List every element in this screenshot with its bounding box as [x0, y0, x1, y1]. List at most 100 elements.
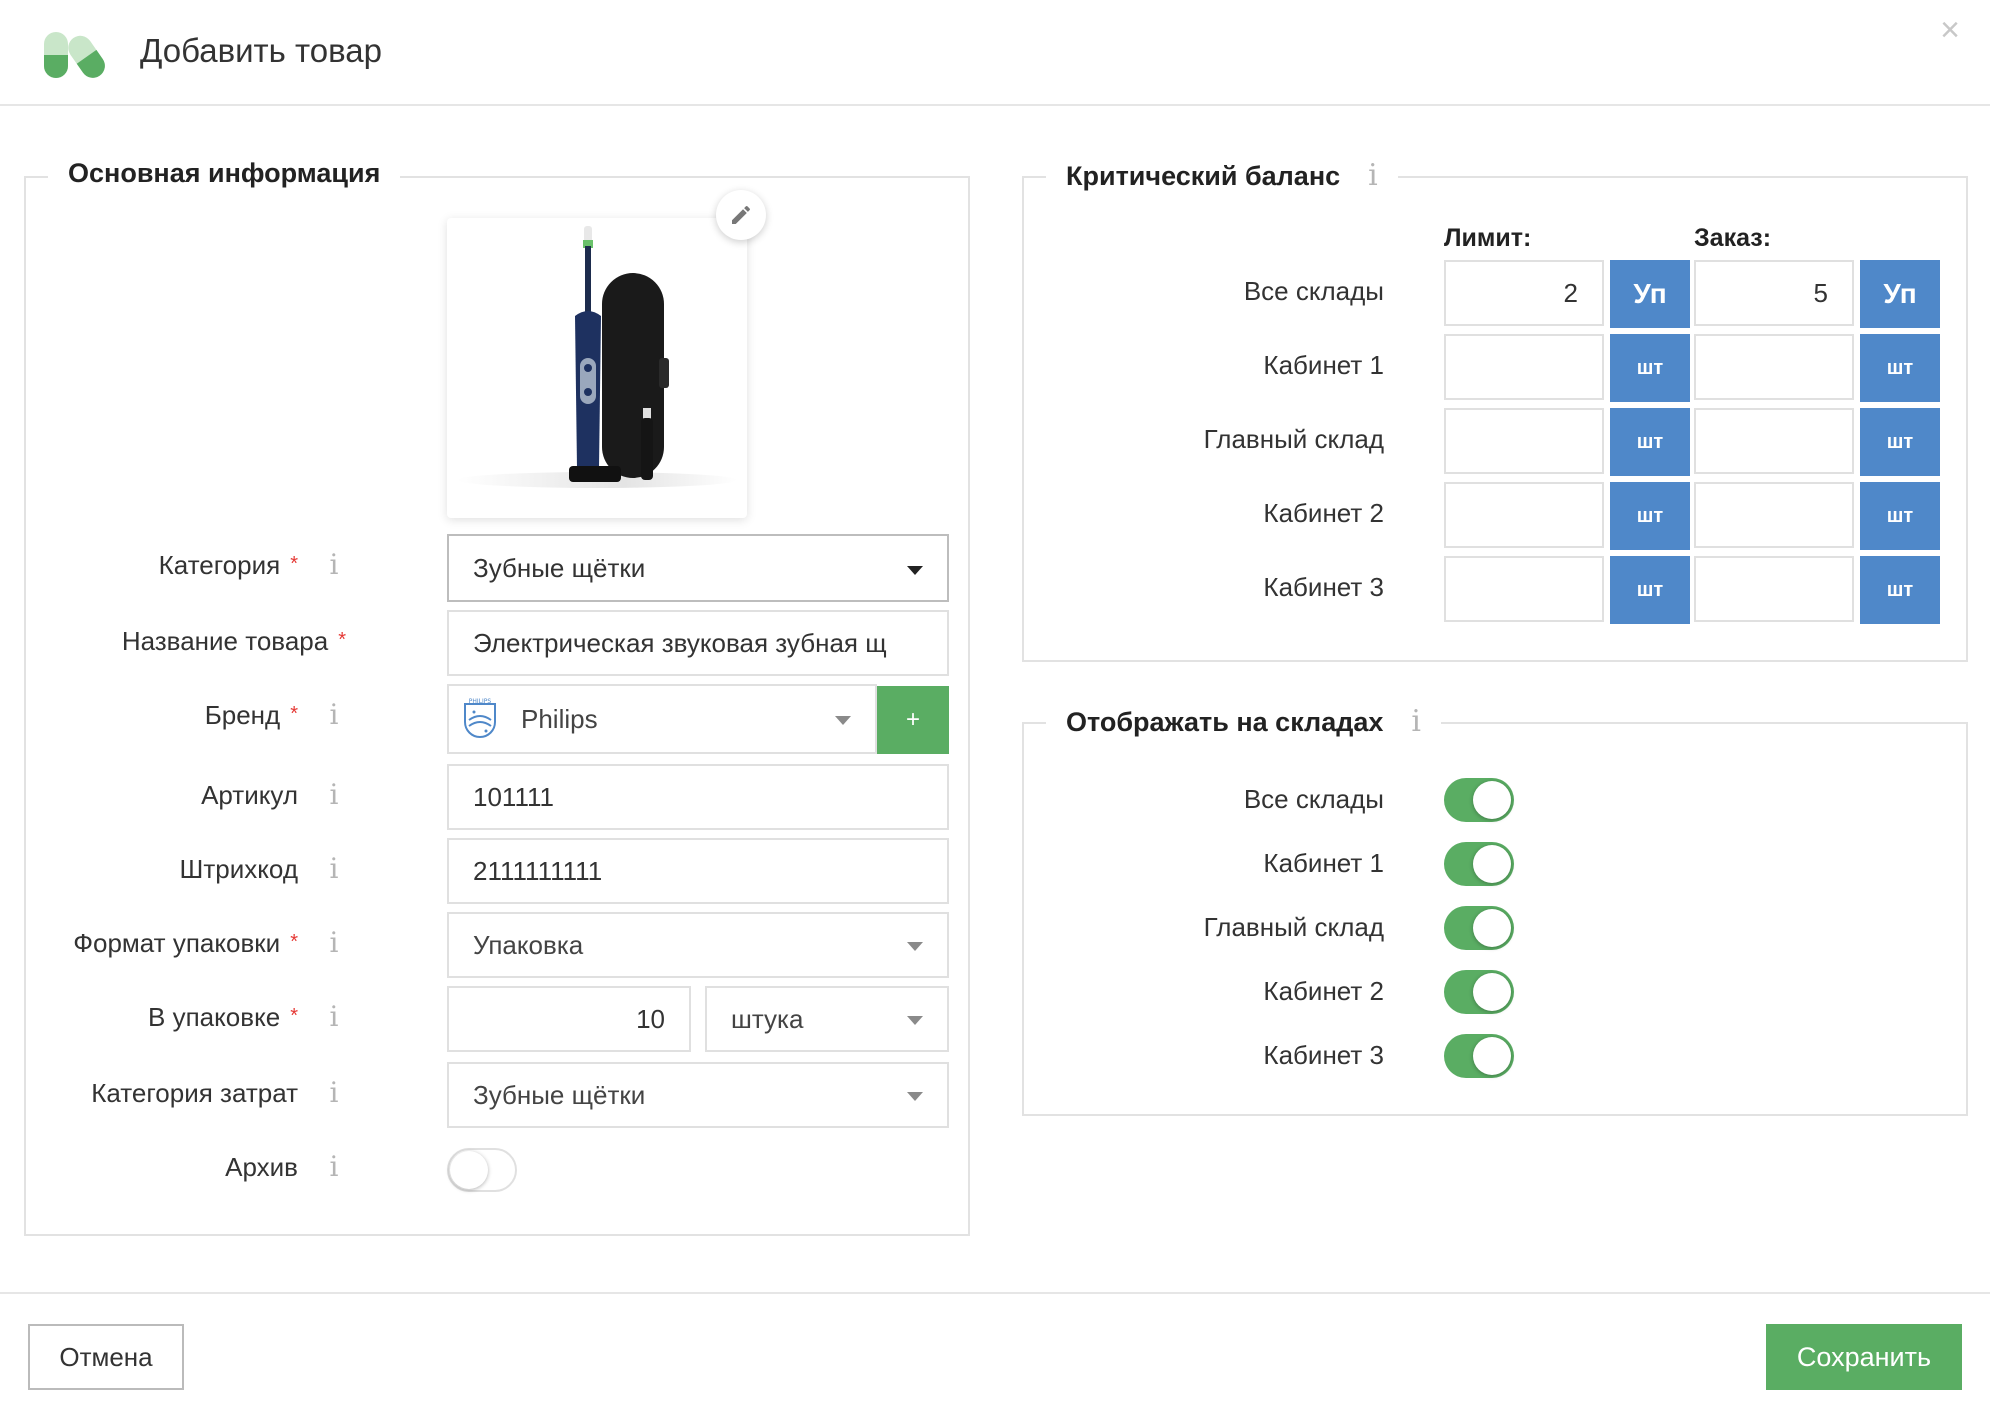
required-marker: * — [338, 629, 346, 651]
main-info-section: Основная информация Категория * i Зубные… — [24, 158, 970, 1236]
category-value: Зубные щётки — [473, 552, 646, 583]
info-icon[interactable]: i — [322, 698, 346, 731]
close-icon[interactable]: × — [1930, 10, 1970, 50]
limit-value: 2 — [1563, 277, 1578, 308]
balance-row-label: Все склады — [1243, 276, 1384, 306]
brand-label-group: Бренд * i — [26, 684, 346, 750]
footer-divider — [0, 1292, 1990, 1294]
pack-format-value: Упаковка — [473, 929, 584, 960]
limit-input[interactable] — [1444, 482, 1604, 548]
warehouse-visibility-toggle[interactable] — [1444, 906, 1514, 950]
order-input[interactable]: 5 — [1694, 260, 1854, 326]
svg-text:PHILIPS: PHILIPS — [469, 698, 492, 705]
pack-format-select[interactable]: Упаковка — [447, 912, 949, 978]
pack-format-label: Формат упаковки * — [73, 928, 298, 958]
dialog-header: Добавить товар × — [0, 0, 1990, 106]
brand-label: Бренд * — [204, 700, 298, 730]
barcode-input[interactable]: 2111111111 — [447, 838, 949, 904]
limit-input[interactable] — [1444, 334, 1604, 400]
warehouse-visibility-toggle[interactable] — [1444, 1034, 1514, 1078]
caret-down-icon — [907, 566, 923, 575]
info-icon[interactable]: i — [1368, 158, 1378, 193]
limit-unit-button[interactable]: шт — [1610, 334, 1690, 402]
archive-label-group: Архив i — [26, 1136, 346, 1202]
cost-category-select[interactable]: Зубные щётки — [447, 1062, 949, 1128]
in-pack-unit-value: штука — [731, 1003, 804, 1034]
info-icon[interactable]: i — [322, 1076, 346, 1109]
cancel-button[interactable]: Отмена — [28, 1324, 184, 1390]
show-in-warehouses-section: Отображать на складах i Все склады Кабине… — [1022, 704, 1968, 1116]
required-marker: * — [290, 931, 298, 953]
cost-category-value: Зубные щётки — [473, 1079, 646, 1110]
article-input[interactable]: 101111 — [447, 764, 949, 830]
article-label-group: Артикул i — [26, 764, 346, 830]
limit-input[interactable] — [1444, 408, 1604, 474]
warehouse-row-label: Главный склад — [1203, 912, 1384, 942]
order-unit-button[interactable]: Уп — [1860, 260, 1940, 328]
warehouse-visibility-toggle[interactable] — [1444, 778, 1514, 822]
limit-unit-button[interactable]: шт — [1610, 408, 1690, 476]
dialog-title: Добавить товар — [140, 32, 382, 69]
order-input[interactable] — [1694, 556, 1854, 622]
balance-row-label: Кабинет 3 — [1263, 572, 1384, 602]
warehouse-row-label: Кабинет 2 — [1263, 976, 1384, 1006]
category-label-group: Категория * i — [26, 534, 346, 600]
product-image — [447, 218, 747, 518]
category-select[interactable]: Зубные щётки — [447, 534, 949, 602]
warehouse-row-label: Кабинет 1 — [1263, 848, 1384, 878]
edit-image-button[interactable] — [716, 190, 766, 240]
limit-input[interactable] — [1444, 556, 1604, 622]
cost-category-label-group: Категория затрат i — [26, 1062, 346, 1128]
warehouse-row-label: Кабинет 3 — [1263, 1040, 1384, 1070]
name-label-group: Название товара * — [26, 610, 346, 676]
limit-unit-button[interactable]: шт — [1610, 482, 1690, 550]
order-input[interactable] — [1694, 482, 1854, 548]
order-unit-button[interactable]: шт — [1860, 556, 1940, 624]
required-marker: * — [290, 553, 298, 575]
pack-format-label-group: Формат упаковки * i — [26, 912, 346, 978]
info-icon[interactable]: i — [322, 926, 346, 959]
limit-input[interactable]: 2 — [1444, 260, 1604, 326]
order-unit-button[interactable]: шт — [1860, 334, 1940, 402]
add-brand-button[interactable]: + — [877, 686, 949, 754]
barcode-label-group: Штрихкод i — [26, 838, 346, 904]
order-unit-button[interactable]: шт — [1860, 408, 1940, 476]
limit-unit-button[interactable]: шт — [1610, 556, 1690, 624]
in-pack-label-group: В упаковке * i — [26, 986, 346, 1052]
warehouse-visibility-toggle[interactable] — [1444, 842, 1514, 886]
toggle-knob — [450, 1151, 488, 1189]
order-input[interactable] — [1694, 334, 1854, 400]
name-label: Название товара * — [121, 626, 346, 656]
critical-balance-legend: Критический баланс i — [1046, 158, 1398, 193]
archive-toggle[interactable] — [447, 1148, 517, 1192]
archive-label: Архив — [225, 1152, 298, 1182]
philips-logo-icon: PHILIPS — [464, 698, 496, 738]
order-unit-button[interactable]: шт — [1860, 482, 1940, 550]
limit-column-header: Лимит: — [1444, 224, 1532, 252]
barcode-label: Штрихкод — [179, 854, 298, 884]
order-column-header: Заказ: — [1694, 224, 1772, 252]
article-value: 101111 — [473, 781, 554, 812]
limit-unit-button[interactable]: Уп — [1610, 260, 1690, 328]
info-icon[interactable]: i — [1411, 704, 1421, 739]
toggle-knob — [1473, 845, 1511, 883]
info-icon[interactable]: i — [322, 778, 346, 811]
save-button[interactable]: Сохранить — [1766, 1324, 1962, 1390]
info-icon[interactable]: i — [322, 1150, 346, 1183]
in-pack-unit-select[interactable]: штука — [705, 986, 949, 1052]
info-icon[interactable]: i — [322, 1000, 346, 1033]
brand-value: Philips — [521, 703, 598, 734]
product-name-input[interactable]: Электрическая звуковая зубная щ — [447, 610, 949, 676]
order-input[interactable] — [1694, 408, 1854, 474]
info-icon[interactable]: i — [322, 852, 346, 885]
product-name-value: Электрическая звуковая зубная щ — [473, 627, 887, 658]
brand-select[interactable]: PHILIPS Philips — [447, 684, 877, 754]
info-icon[interactable]: i — [322, 548, 346, 581]
category-label: Категория * — [158, 550, 298, 580]
caret-down-icon — [907, 1092, 923, 1101]
in-pack-quantity-input[interactable]: 10 — [447, 986, 691, 1052]
required-marker: * — [290, 703, 298, 725]
toggle-knob — [1473, 781, 1511, 819]
warehouse-visibility-toggle[interactable] — [1444, 970, 1514, 1014]
toothbrush-image — [457, 226, 737, 488]
